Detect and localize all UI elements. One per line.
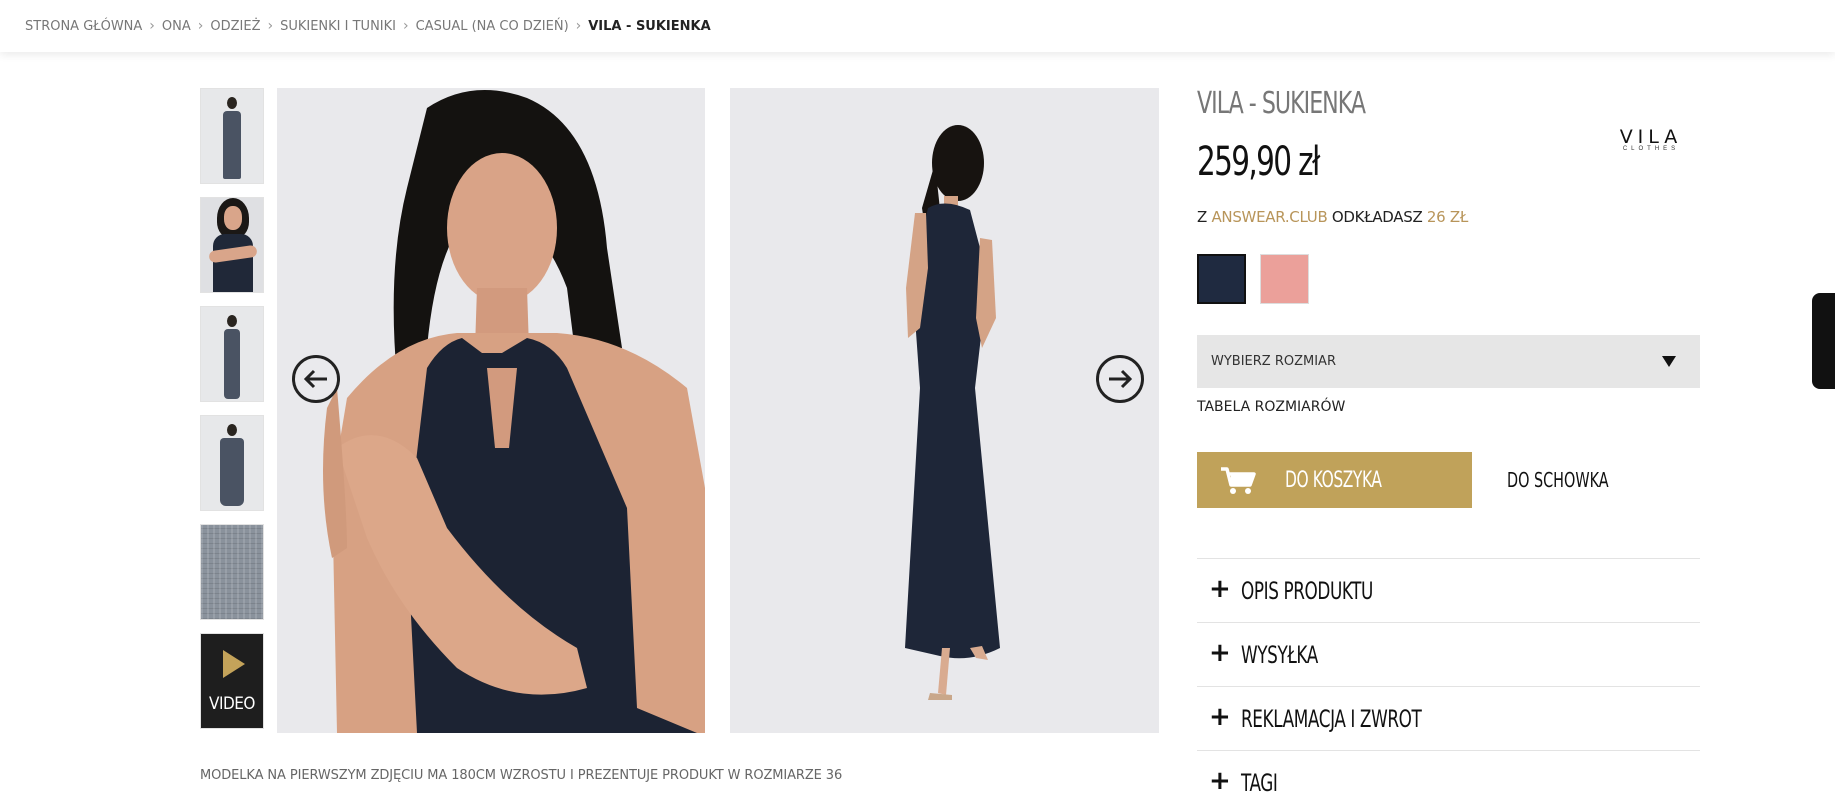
thumbnail-1[interactable] [200, 88, 264, 184]
accordion-reklamacja[interactable]: + REKLAMACJA I ZWROT [1197, 686, 1700, 750]
accordion-label: REKLAMACJA I ZWROT [1241, 705, 1422, 733]
add-to-cart-button[interactable]: DO KOSZYKA [1197, 452, 1472, 508]
breadcrumb-current: VILA - SUKIENKA [588, 18, 711, 34]
club-savings: Z ANSWEAR.CLUB ODKŁADASZ 26 ZŁ [1197, 208, 1468, 226]
chevron-right-icon: › [403, 18, 409, 34]
thumbnail-5[interactable] [200, 524, 264, 620]
next-image-button[interactable] [1096, 355, 1144, 403]
play-icon [223, 650, 245, 678]
accordion-opis-produktu[interactable]: + OPIS PRODUKTU [1197, 558, 1700, 622]
thumbnail-video[interactable]: VIDEO [200, 633, 264, 729]
size-select[interactable]: WYBIERZ ROZMIAR [1197, 335, 1700, 388]
plus-icon: + [1209, 638, 1231, 668]
club-middle: ODKŁADASZ [1331, 208, 1423, 226]
club-prefix: Z [1197, 208, 1207, 226]
size-chart-link[interactable]: TABELA ROZMIARÓW [1197, 399, 1345, 415]
thumbnail-3[interactable] [200, 306, 264, 402]
accordion-tagi[interactable]: + TAGI [1197, 750, 1700, 795]
breadcrumb: STRONA GŁÓWNA › ONA › ODZIEŻ › SUKIENKI … [0, 0, 1835, 52]
breadcrumb-ona[interactable]: ONA [162, 19, 191, 34]
product-image-1[interactable] [277, 88, 705, 733]
previous-image-button[interactable] [292, 355, 340, 403]
accordion-wysylka[interactable]: + WYSYŁKA [1197, 622, 1700, 686]
cart-icon [1221, 467, 1256, 494]
add-to-wishlist-button[interactable]: DO SCHOWKA [1507, 468, 1609, 492]
chevron-right-icon: › [575, 18, 582, 34]
color-swatch-pink[interactable] [1260, 254, 1309, 304]
accordion-label: OPIS PRODUKTU [1241, 577, 1373, 605]
add-to-cart-label: DO KOSZYKA [1285, 468, 1382, 493]
brand-subtitle: CLOTHES [1622, 146, 1680, 152]
brand-name: VILA [1619, 126, 1683, 148]
product-price: 259,90 zł [1197, 139, 1320, 185]
accordion-label: TAGI [1241, 769, 1278, 795]
arrow-left-icon [303, 369, 327, 389]
breadcrumb-casual[interactable]: CASUAL (NA CO DZIEŃ) [416, 19, 569, 34]
plus-icon: + [1209, 766, 1231, 795]
arrow-right-icon [1109, 369, 1133, 389]
chevron-right-icon: › [197, 18, 204, 34]
breadcrumb-sukienki[interactable]: SUKIENKI I TUNIKI [280, 19, 396, 34]
product-image-2[interactable] [730, 88, 1159, 733]
plus-icon: + [1209, 702, 1231, 732]
video-label: VIDEO [209, 694, 255, 714]
chevron-right-icon: › [149, 18, 155, 34]
color-swatch-navy[interactable] [1197, 254, 1246, 304]
size-select-label: WYBIERZ ROZMIAR [1211, 354, 1336, 369]
plus-icon: + [1209, 574, 1231, 604]
breadcrumb-odziez[interactable]: ODZIEŻ [210, 19, 260, 34]
thumbnail-strip: VIDEO [200, 88, 264, 742]
caret-down-icon [1662, 356, 1676, 367]
chevron-right-icon: › [267, 18, 274, 34]
model-caption: MODELKA NA PIERWSZYM ZDJĘCIU MA 180CM WZ… [200, 768, 843, 783]
breadcrumb-home[interactable]: STRONA GŁÓWNA [25, 19, 142, 34]
club-link[interactable]: ANSWEAR.CLUB [1211, 208, 1327, 226]
club-amount: 26 ZŁ [1426, 208, 1468, 226]
accordion-label: WYSYŁKA [1241, 641, 1318, 669]
side-feedback-tab[interactable] [1812, 293, 1835, 389]
thumbnail-4[interactable] [200, 415, 264, 511]
thumbnail-2[interactable] [200, 197, 264, 293]
brand-logo[interactable]: VILA CLOTHES [1602, 126, 1700, 152]
product-title: VILA - SUKIENKA [1197, 86, 1366, 121]
